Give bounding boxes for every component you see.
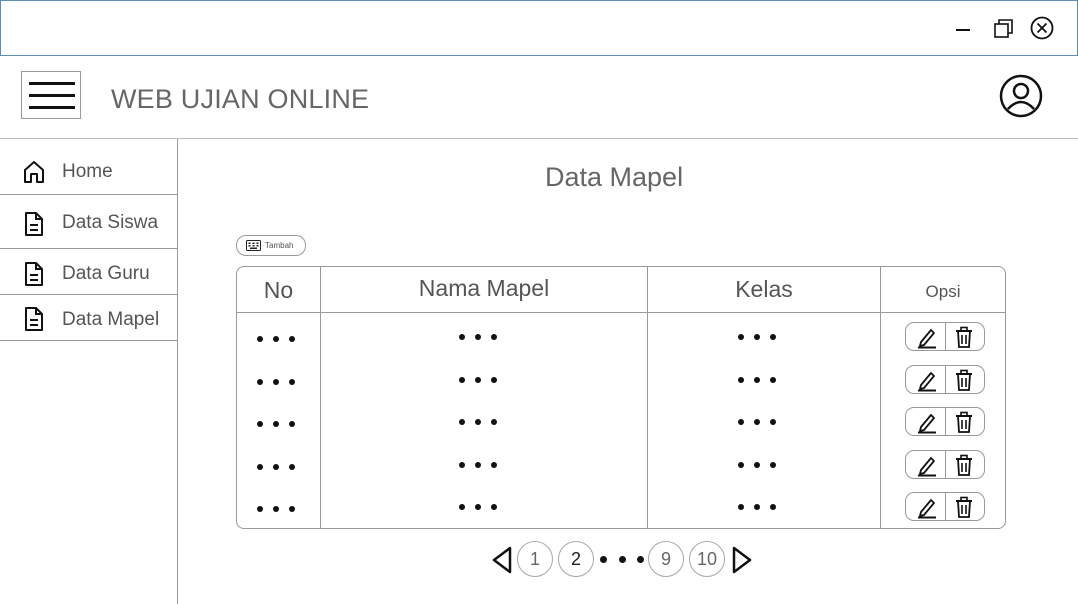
edit-icon[interactable] xyxy=(915,368,939,392)
next-page-icon[interactable] xyxy=(730,545,754,575)
sidebar-item-data-guru[interactable]: Data Guru xyxy=(0,249,177,295)
page-button-2[interactable]: 2 xyxy=(558,541,594,577)
row-actions xyxy=(905,492,985,521)
user-circle-icon[interactable] xyxy=(998,73,1044,119)
placeholder-cell xyxy=(257,418,303,428)
edit-icon[interactable] xyxy=(915,410,939,434)
placeholder-cell xyxy=(738,501,784,511)
page-button-10[interactable]: 10 xyxy=(689,541,725,577)
sidebar-item-label: Data Siswa xyxy=(62,212,159,233)
row-actions xyxy=(905,449,985,479)
row-actions xyxy=(905,322,985,351)
hamburger-icon[interactable] xyxy=(21,71,81,119)
placeholder-cell xyxy=(738,416,784,426)
placeholder-cell xyxy=(738,331,784,341)
restore-icon[interactable] xyxy=(990,15,1018,43)
sidebar: Home Data Siswa Data Guru Data Mapel xyxy=(0,139,178,604)
sidebar-item-label: Home xyxy=(62,161,113,182)
trash-icon[interactable] xyxy=(952,368,976,392)
pagination: 1 2 9 10 xyxy=(0,540,1078,580)
pagination-ellipsis xyxy=(600,556,607,563)
home-icon xyxy=(22,159,46,185)
edit-icon[interactable] xyxy=(915,453,939,477)
placeholder-cell xyxy=(257,503,303,513)
trash-icon[interactable] xyxy=(952,410,976,434)
data-table: No Nama Mapel Kelas Opsi xyxy=(236,266,1006,529)
placeholder-cell xyxy=(459,374,505,384)
page-title: Data Mapel xyxy=(545,162,684,192)
edit-icon[interactable] xyxy=(915,495,939,519)
edit-icon[interactable] xyxy=(915,325,939,349)
keyboard-icon xyxy=(246,240,261,251)
sidebar-item-label: Data Guru xyxy=(62,263,150,284)
trash-icon[interactable] xyxy=(952,495,976,519)
placeholder-cell xyxy=(257,333,303,343)
add-button[interactable]: Tambah xyxy=(236,235,306,256)
document-icon xyxy=(22,211,46,237)
pagination-ellipsis xyxy=(619,556,626,563)
placeholder-cell xyxy=(257,461,303,471)
placeholder-cell xyxy=(738,374,784,384)
window-titlebar xyxy=(0,0,1078,56)
pagination-ellipsis xyxy=(637,556,644,563)
app-header: WEB UJIAN ONLINE xyxy=(0,56,1078,139)
page-button-1[interactable]: 1 xyxy=(517,541,553,577)
column-header-nama-mapel: Nama Mapel xyxy=(418,275,550,301)
sidebar-item-data-siswa[interactable]: Data Siswa xyxy=(0,195,177,249)
row-actions xyxy=(905,407,985,436)
placeholder-cell xyxy=(459,416,505,426)
trash-icon[interactable] xyxy=(952,325,976,349)
previous-page-icon[interactable] xyxy=(490,545,514,575)
placeholder-cell xyxy=(459,501,505,511)
document-icon xyxy=(22,306,46,332)
minimize-icon[interactable] xyxy=(950,15,978,43)
placeholder-cell xyxy=(257,376,303,386)
trash-icon[interactable] xyxy=(952,453,976,477)
column-header-opsi: Opsi xyxy=(925,282,961,301)
page-button-9[interactable]: 9 xyxy=(648,541,684,577)
add-button-label: Tambah xyxy=(265,241,294,250)
placeholder-cell xyxy=(459,331,505,341)
sidebar-item-label: Data Mapel xyxy=(62,309,160,330)
sidebar-item-home[interactable]: Home xyxy=(0,139,177,195)
placeholder-cell xyxy=(738,459,784,469)
placeholder-cell xyxy=(459,459,505,469)
close-icon[interactable] xyxy=(1028,15,1056,43)
row-actions xyxy=(905,364,985,394)
app-title: WEB UJIAN ONLINE xyxy=(111,84,370,114)
column-header-kelas: Kelas xyxy=(735,276,793,302)
column-header-no: No xyxy=(263,277,294,303)
document-icon xyxy=(22,261,46,287)
sidebar-item-data-mapel[interactable]: Data Mapel xyxy=(0,295,177,341)
